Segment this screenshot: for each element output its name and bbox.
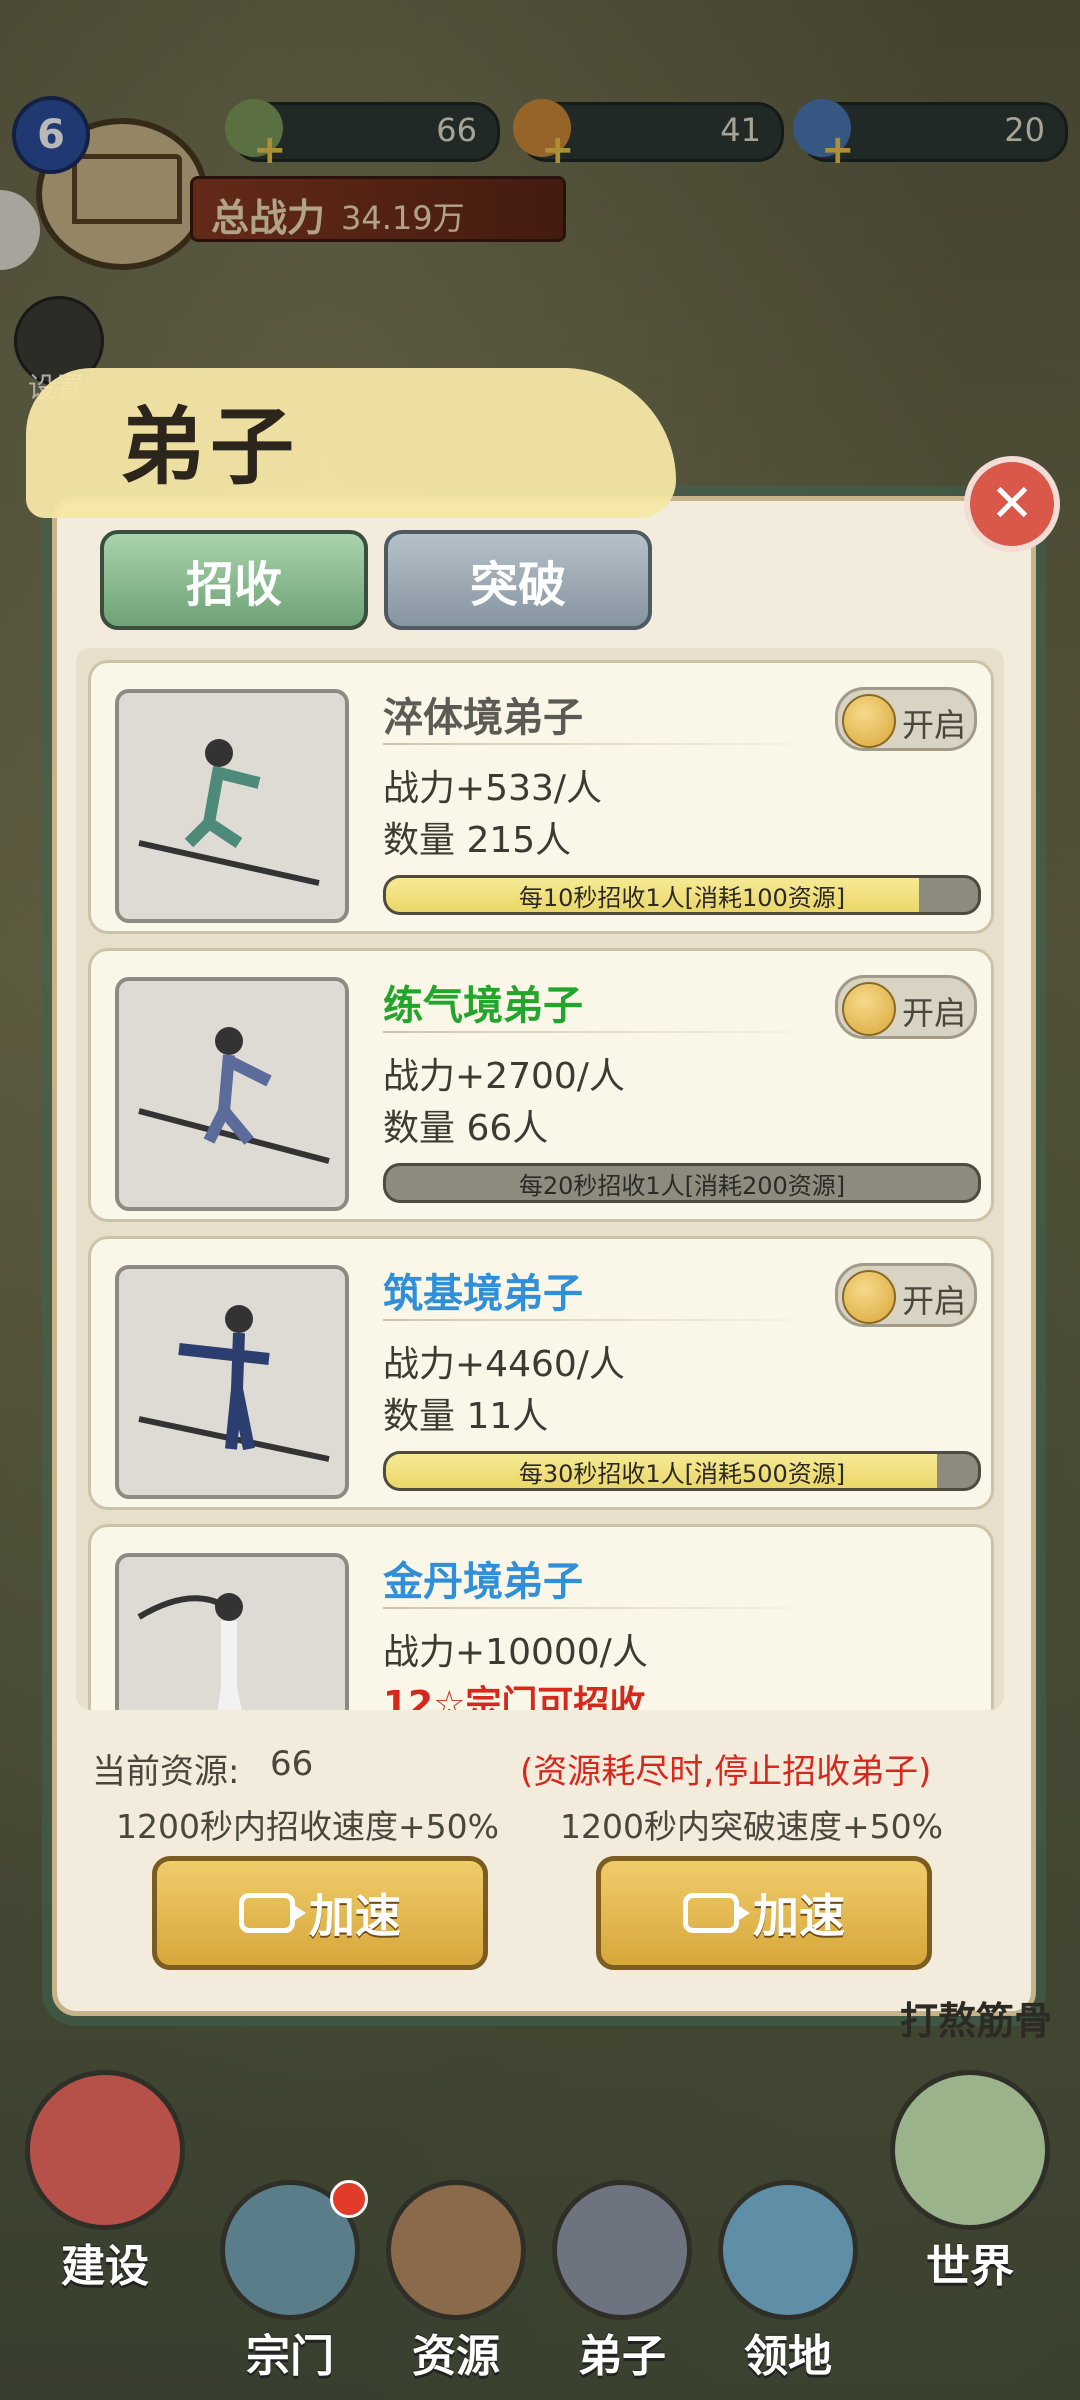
toggle-knob — [842, 1270, 896, 1324]
disciple-card: 筑基境弟子 战力+4460/人 数量 11人 开启 每30秒招收1人[消耗500… — [88, 1236, 994, 1510]
spring-icon — [718, 2180, 858, 2320]
nav-territory[interactable]: 领地 — [708, 2180, 868, 2384]
disciple-card: 淬体境弟子 战力+533/人 数量 215人 开启 每10秒招收1人[消耗100… — [88, 660, 994, 934]
disciple-name: 金丹境弟子 — [383, 1559, 583, 1605]
recruit-progress-bar: 每10秒招收1人[消耗100资源] — [383, 875, 981, 915]
recruit-speed-text: 1200秒内招收速度+50% — [116, 1807, 499, 1846]
recruit-progress-bar: 每20秒招收1人[消耗200资源] — [383, 1163, 981, 1203]
disciple-name: 筑基境弟子 — [383, 1271, 583, 1317]
video-camera-icon — [683, 1893, 750, 1933]
disciple-name: 练气境弟子 — [383, 983, 583, 1029]
toggle-label: 开启 — [902, 1282, 967, 1320]
nav-disciples[interactable]: 弟子 — [542, 2180, 702, 2384]
tab-breakthrough[interactable]: 突破 — [384, 530, 652, 630]
nav-label: 资源 — [412, 2331, 500, 2382]
disciple-count: 数量 66人 — [383, 1108, 549, 1149]
nav-world[interactable]: 世界 — [880, 2070, 1060, 2294]
nav-sect[interactable]: 宗门 — [210, 2180, 370, 2384]
disciple-power: 战力+10000/人 — [383, 1632, 648, 1673]
disciple-icon — [552, 2180, 692, 2320]
nav-label: 建设 — [61, 2241, 149, 2292]
accelerate-label: 加速 — [753, 1889, 845, 1943]
disciple-list[interactable]: 淬体境弟子 战力+533/人 数量 215人 开启 每10秒招收1人[消耗100… — [76, 648, 1004, 1710]
nav-resources[interactable]: 资源 — [376, 2180, 536, 2384]
current-resource-label: 当前资源: — [92, 1752, 240, 1792]
nav-label: 世界 — [926, 2241, 1014, 2292]
map-scroll-icon — [890, 2070, 1050, 2230]
hint-text: 打熬筋骨 — [900, 1999, 1053, 2043]
progress-text: 每20秒招收1人[消耗200资源] — [518, 1171, 846, 1200]
recruit-toggle[interactable]: 开启 — [835, 1263, 977, 1327]
video-camera-icon — [239, 1893, 306, 1933]
divider — [383, 1319, 823, 1321]
disciple-power: 战力+4460/人 — [383, 1344, 625, 1385]
toggle-label: 开启 — [902, 994, 967, 1032]
breakthrough-speed-text: 1200秒内突破速度+50% — [560, 1807, 943, 1846]
divider — [383, 1607, 823, 1609]
accelerate-breakthrough-button[interactable]: 加速 — [596, 1856, 932, 1970]
disciple-power: 战力+533/人 — [383, 768, 603, 809]
disciple-portrait — [115, 689, 349, 923]
close-button[interactable]: ✕ — [964, 456, 1060, 552]
recruit-progress-bar: 每30秒招收1人[消耗500资源] — [383, 1451, 981, 1491]
disciple-portrait — [115, 1553, 349, 1710]
disciple-count: 数量 215人 — [383, 820, 572, 861]
disciple-portrait — [115, 1265, 349, 1499]
disciple-card: 练气境弟子 战力+2700/人 数量 66人 开启 每20秒招收1人[消耗200… — [88, 948, 994, 1222]
disciple-name: 淬体境弟子 — [383, 695, 583, 741]
toggle-label: 开启 — [902, 706, 967, 744]
nav-label: 领地 — [744, 2331, 832, 2382]
panel-title: 弟子 — [120, 398, 301, 496]
divider — [383, 1031, 823, 1033]
toggle-knob — [842, 982, 896, 1036]
accelerate-recruit-button[interactable]: 加速 — [152, 1856, 488, 1970]
accelerate-label: 加速 — [309, 1889, 401, 1943]
nav-label: 弟子 — [578, 2331, 666, 2382]
progress-text: 每10秒招收1人[消耗100资源] — [518, 883, 846, 912]
recruit-toggle[interactable]: 开启 — [835, 687, 977, 751]
current-resource-value: 66 — [270, 1744, 314, 1784]
nav-label: 宗门 — [246, 2331, 334, 2382]
progress-text: 每30秒招收1人[消耗500资源] — [518, 1459, 846, 1488]
rock-icon — [386, 2180, 526, 2320]
close-icon: ✕ — [990, 474, 1034, 534]
disciple-portrait — [115, 977, 349, 1211]
gate-icon — [25, 2070, 185, 2230]
toggle-knob — [842, 694, 896, 748]
notification-badge — [330, 2180, 368, 2218]
divider — [383, 743, 823, 745]
resource-warning: (资源耗尽时,停止招收弟子) — [520, 1752, 932, 1792]
disciple-card: 金丹境弟子 战力+10000/人 12☆宗门可招收 — [88, 1524, 994, 1710]
disciple-count: 数量 11人 — [383, 1396, 549, 1437]
nav-build[interactable]: 建设 — [20, 2070, 190, 2294]
recruit-toggle[interactable]: 开启 — [835, 975, 977, 1039]
tab-recruit[interactable]: 招收 — [100, 530, 368, 630]
disciple-power: 战力+2700/人 — [383, 1056, 625, 1097]
unlock-requirement: 12☆宗门可招收 — [383, 1684, 646, 1710]
